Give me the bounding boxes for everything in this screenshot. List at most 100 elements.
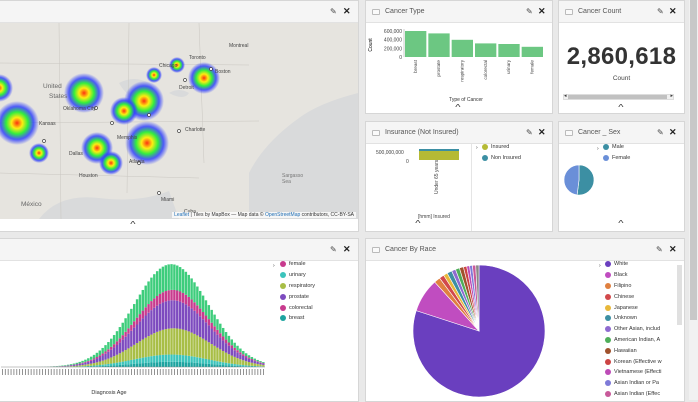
histogram-bar[interactable] (64, 365, 66, 366)
histogram-bar[interactable] (231, 364, 233, 366)
histogram-bar[interactable] (185, 330, 187, 355)
histogram-bar[interactable] (81, 365, 83, 366)
histogram-bar[interactable] (173, 300, 175, 328)
legend-item[interactable]: Vietnamese (Effecti (605, 367, 662, 378)
legend-item[interactable]: Female (603, 153, 630, 164)
histogram-bar[interactable] (101, 361, 103, 365)
histogram-bar[interactable] (147, 304, 149, 313)
histogram-bar[interactable] (101, 354, 103, 356)
histogram-bar[interactable] (122, 365, 124, 367)
histogram-bar[interactable] (262, 365, 264, 367)
histogram-bar[interactable] (196, 357, 198, 363)
pencil-icon[interactable]: ✎ (657, 128, 664, 137)
histogram-bar[interactable] (119, 327, 121, 338)
histogram-bar[interactable] (93, 366, 95, 367)
histogram-bar[interactable] (73, 364, 75, 365)
histogram-bar[interactable] (239, 349, 241, 353)
histogram-bar[interactable] (159, 331, 161, 355)
histogram-bar[interactable] (173, 328, 175, 354)
close-icon[interactable]: ✕ (669, 127, 677, 138)
histogram-bar[interactable] (190, 278, 192, 299)
histogram-bar[interactable] (136, 359, 138, 364)
histogram-bar[interactable] (193, 334, 195, 357)
histogram-bar[interactable] (119, 353, 121, 362)
histogram-bar[interactable] (139, 314, 141, 321)
histogram-bar[interactable] (130, 331, 132, 347)
close-icon[interactable]: ✕ (669, 6, 677, 17)
histogram-bar[interactable] (139, 341, 141, 358)
legend-item[interactable]: prostate (280, 291, 315, 302)
histogram-bar[interactable] (173, 290, 175, 300)
histogram-bar[interactable] (90, 361, 92, 364)
histogram-bar[interactable] (213, 361, 215, 365)
histogram-bar[interactable] (165, 362, 167, 367)
legend-item[interactable]: Insured (482, 142, 521, 153)
histogram-bar[interactable] (251, 363, 253, 366)
histogram-bar[interactable] (245, 356, 247, 357)
vertical-scrollbar[interactable] (677, 265, 682, 325)
panel-grip-icon[interactable] (372, 247, 380, 253)
histogram-bar[interactable] (165, 291, 167, 301)
histogram-bar[interactable] (101, 355, 103, 360)
histogram-bar[interactable] (130, 309, 132, 325)
histogram-bar[interactable] (228, 336, 230, 343)
histogram-bar[interactable] (99, 362, 101, 365)
histogram-bar[interactable] (127, 348, 129, 360)
histogram-bar[interactable] (205, 322, 207, 340)
histogram-bar[interactable] (182, 303, 184, 330)
histogram-bar[interactable] (96, 365, 98, 366)
histogram-bar[interactable] (202, 296, 204, 312)
histogram-bar[interactable] (142, 363, 144, 367)
histogram-bar[interactable] (104, 354, 106, 360)
histogram-bar[interactable] (239, 354, 241, 359)
histogram-bar[interactable] (170, 362, 172, 367)
histogram-bar[interactable] (254, 361, 256, 363)
histogram-bar[interactable] (144, 357, 146, 363)
legend-item[interactable]: respiratory (280, 281, 315, 292)
histogram-bar[interactable] (136, 299, 138, 317)
histogram-bar[interactable] (179, 329, 181, 355)
histogram-bar[interactable] (210, 323, 212, 329)
histogram-bar[interactable] (242, 351, 244, 354)
legend-item[interactable]: colorectal (280, 302, 315, 313)
histogram-bar[interactable] (110, 357, 112, 363)
histogram-bar[interactable] (70, 366, 72, 367)
bar[interactable] (452, 40, 473, 57)
histogram-bar[interactable] (165, 265, 167, 291)
close-icon[interactable]: ✕ (343, 6, 351, 17)
histogram-bar[interactable] (231, 339, 233, 345)
histogram-bar[interactable] (156, 362, 158, 367)
histogram-bar[interactable] (228, 343, 230, 346)
pencil-icon[interactable]: ✎ (526, 128, 533, 137)
histogram-bar[interactable] (67, 366, 69, 367)
histogram-bar[interactable] (222, 362, 224, 365)
histogram-bar[interactable] (104, 351, 106, 353)
histogram-bar[interactable] (96, 358, 98, 362)
pencil-icon[interactable]: ✎ (330, 7, 337, 16)
histogram-bar[interactable] (165, 301, 167, 329)
histogram-bar[interactable] (127, 314, 129, 329)
histogram-bar[interactable] (136, 318, 138, 325)
histogram-bar[interactable] (213, 364, 215, 367)
legend-item[interactable]: Hawaiian (605, 345, 662, 356)
histogram-bar[interactable] (159, 355, 161, 362)
histogram-bar[interactable] (199, 358, 201, 363)
bar[interactable] (475, 43, 496, 57)
histogram-bar[interactable] (99, 357, 101, 362)
histogram-bar[interactable] (84, 366, 86, 367)
histogram-bar[interactable] (93, 358, 95, 359)
histogram-bar[interactable] (104, 345, 106, 351)
legend-item[interactable]: Non Insured (482, 153, 521, 164)
histogram-bar[interactable] (113, 356, 115, 363)
histogram-bar[interactable] (139, 295, 141, 315)
histogram-bar[interactable] (185, 272, 187, 295)
histogram-bar[interactable] (150, 362, 152, 367)
histogram-bar[interactable] (196, 363, 198, 367)
histogram-bar[interactable] (208, 325, 210, 342)
histogram-bar[interactable] (185, 355, 187, 362)
histogram-bar[interactable] (73, 365, 75, 366)
bar[interactable] (428, 33, 449, 57)
histogram-bar[interactable] (119, 365, 121, 367)
close-icon[interactable]: ✕ (538, 6, 546, 17)
histogram-bar[interactable] (222, 336, 224, 340)
